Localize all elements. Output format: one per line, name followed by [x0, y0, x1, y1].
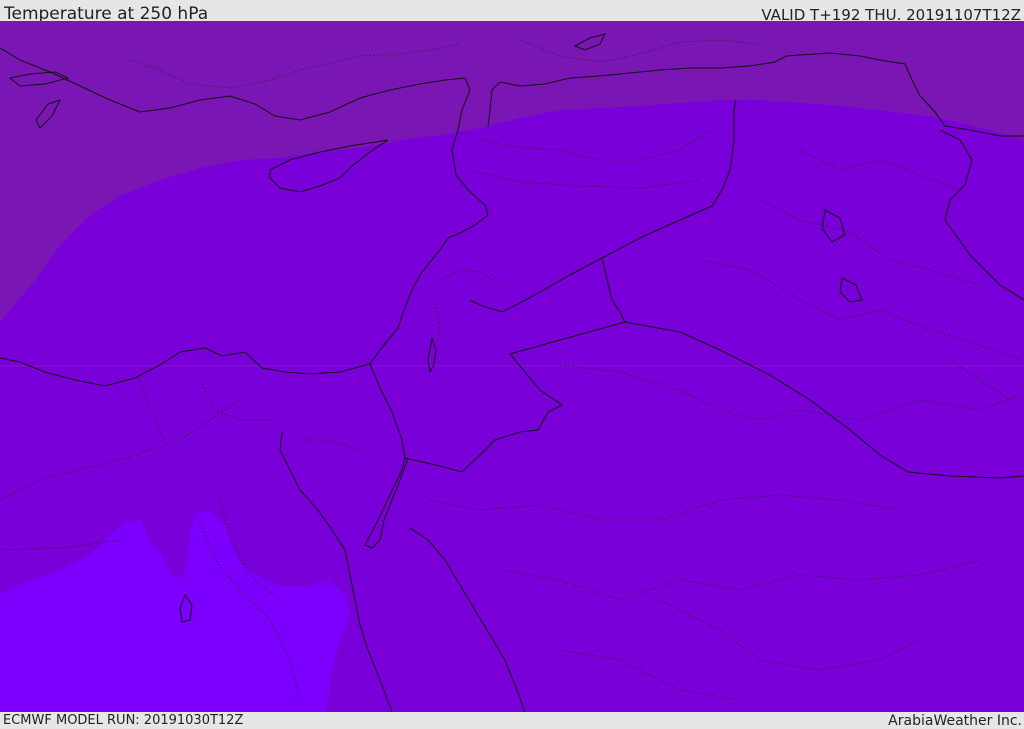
map-canvas [0, 21, 1024, 712]
header-bar: Temperature at 250 hPa VALID T+192 THU. … [0, 0, 1024, 24]
credit-label: ArabiaWeather Inc. [888, 713, 1022, 729]
map-figure: Temperature at 250 hPa VALID T+192 THU. … [0, 0, 1024, 729]
footer-bar: ECMWF MODEL RUN: 20191030T12Z ArabiaWeat… [0, 712, 1024, 729]
model-run-label: ECMWF MODEL RUN: 20191030T12Z [3, 713, 244, 728]
map-svg [0, 21, 1024, 712]
